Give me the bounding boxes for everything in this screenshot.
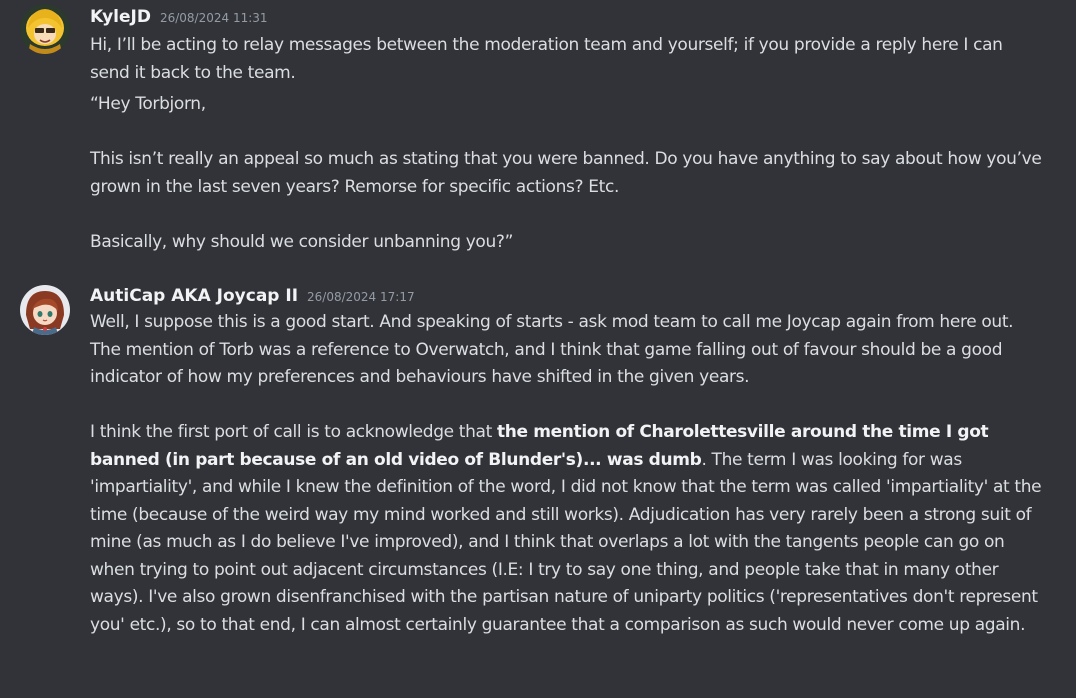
- username[interactable]: AutiCap AKA Joycap II: [90, 285, 298, 307]
- message-paragraph: Basically, why should we consider unbann…: [90, 231, 514, 252]
- message-paragraph: I think the first port of call is to ack…: [90, 419, 1046, 639]
- chat-log: KyleJD 26/08/2024 11:31 Hi, I’ll be acti…: [0, 0, 1076, 698]
- message-header: KyleJD 26/08/2024 11:31: [90, 6, 1046, 28]
- yellow-haired-character-avatar-icon[interactable]: [20, 4, 70, 54]
- message-paragraph: Hi, I’ll be acting to relay messages bet…: [90, 35, 1003, 83]
- paragraph-text: . The term I was looking for was 'impart…: [90, 449, 1042, 635]
- message-auticap: AutiCap AKA Joycap II 26/08/2024 17:17 W…: [0, 256, 1076, 639]
- message-paragraph: Well, I suppose this is a good start. An…: [90, 312, 1014, 387]
- message-paragraph: This isn’t really an appeal so much as s…: [90, 149, 1042, 197]
- username[interactable]: KyleJD: [90, 6, 151, 28]
- message-content: Well, I suppose this is a good start. An…: [90, 309, 1046, 639]
- brown-haired-character-avatar-icon[interactable]: [20, 285, 70, 335]
- message-kylejd: KyleJD 26/08/2024 11:31 Hi, I’ll be acti…: [0, 0, 1076, 256]
- timestamp: 26/08/2024 17:17: [307, 290, 415, 304]
- timestamp: 26/08/2024 11:31: [159, 11, 268, 25]
- message-header: AutiCap AKA Joycap II 26/08/2024 17:17: [90, 285, 1046, 307]
- message-content: Hi, I’ll be acting to relay messages bet…: [90, 32, 1046, 256]
- message-paragraph: “Hey Torbjorn,: [90, 94, 206, 114]
- paragraph-text: I think the first port of call is to ack…: [90, 422, 497, 442]
